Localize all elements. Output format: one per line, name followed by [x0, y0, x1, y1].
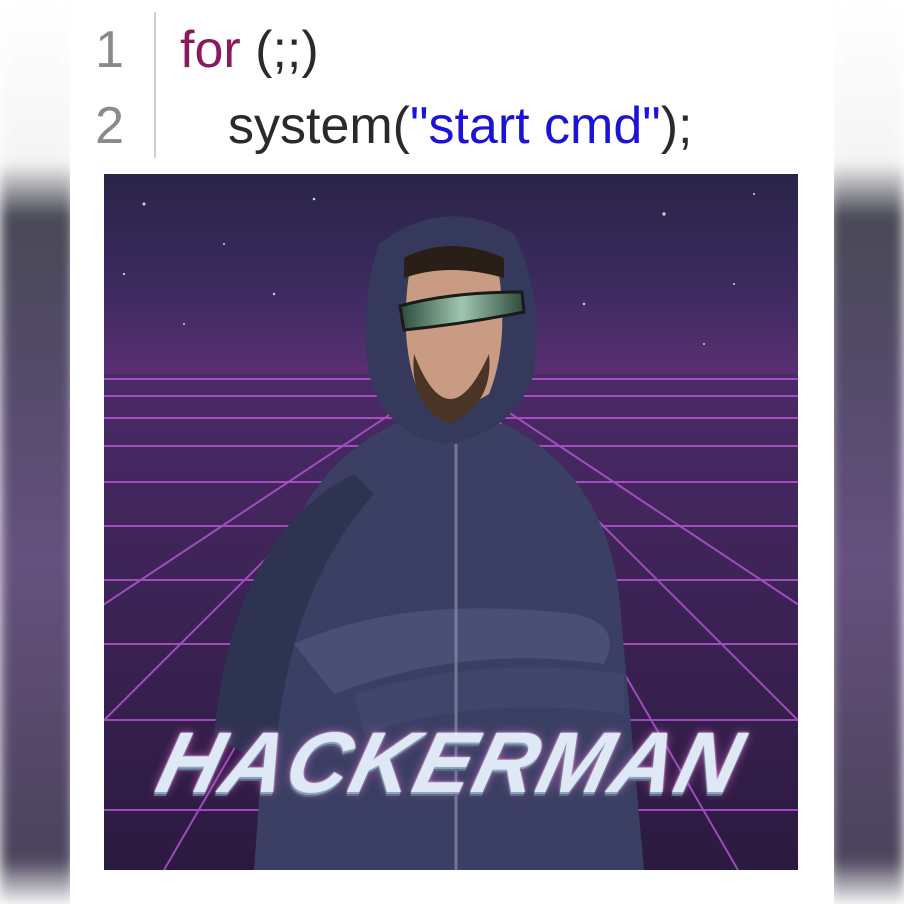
- line-number-1: 1: [95, 21, 124, 79]
- blurred-side-band-right: [830, 0, 904, 904]
- call-close: );: [660, 97, 693, 155]
- hackerman-caption: HACKERMAN: [148, 715, 754, 811]
- line-number-gutter: 1 2: [70, 12, 156, 158]
- code-editor: 1 2 for (;;) system("start cmd");: [70, 12, 834, 162]
- line-number-2: 2: [95, 97, 124, 155]
- hackerman-picture: HACKERMAN: [104, 174, 798, 870]
- meme-frame: 1 2 for (;;) system("start cmd"); HACKER…: [0, 0, 904, 904]
- function-call: system(: [228, 97, 410, 155]
- code-line-2: system("start cmd");: [228, 96, 693, 156]
- code-line-1: for (;;): [180, 20, 319, 80]
- loop-condition: (;;): [240, 21, 319, 79]
- string-literal: "start cmd": [410, 97, 661, 155]
- blurred-side-band-left: [0, 0, 74, 904]
- keyword-for: for: [180, 21, 241, 79]
